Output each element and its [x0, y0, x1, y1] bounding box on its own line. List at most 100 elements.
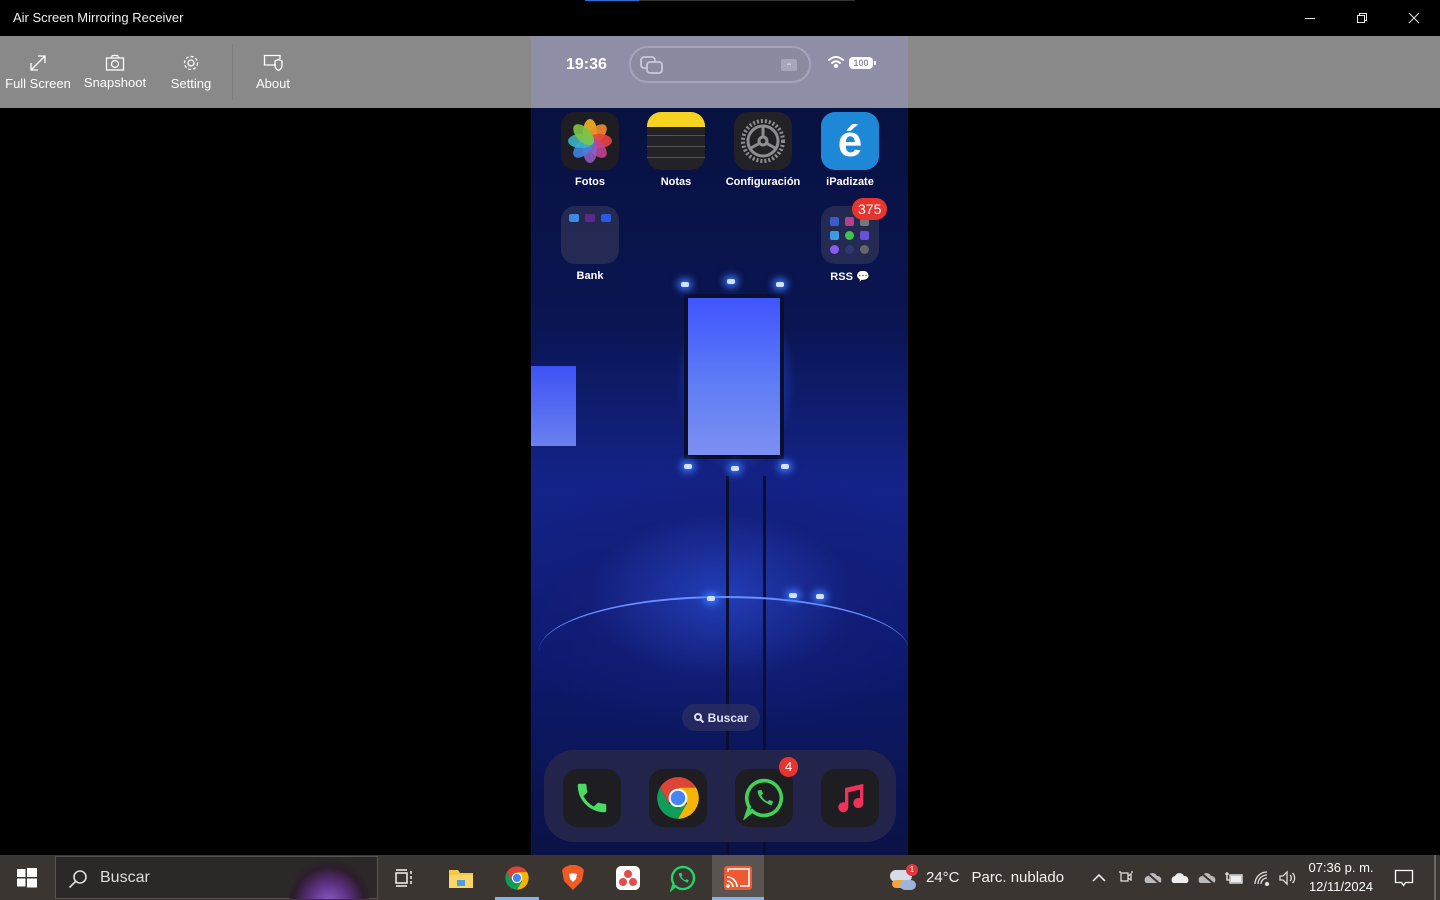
screen-mirroring-icon	[640, 56, 663, 74]
snapshoot-label: Snapshoot	[83, 75, 147, 90]
app-label: Notas	[660, 176, 692, 188]
mirrored-phone-screen[interactable]: 19:36 ▪▪ 100 Fotos Notas Configuración é…	[531, 36, 908, 855]
tray-network[interactable]	[1250, 855, 1274, 900]
taskbar-chrome[interactable]	[492, 855, 542, 900]
cast-icon	[724, 865, 752, 890]
whatsapp-icon	[669, 865, 696, 892]
tray-battery[interactable]	[1222, 855, 1246, 900]
search-highlight-image	[289, 859, 369, 899]
gear-icon	[183, 55, 199, 70]
action-center-button[interactable]	[1384, 855, 1424, 900]
notification-badge: 375	[852, 198, 888, 220]
taskbar-asana[interactable]	[603, 855, 653, 900]
expand-icon	[30, 54, 46, 71]
asana-icon	[616, 865, 640, 890]
dock-whatsapp[interactable]: 4	[735, 757, 799, 827]
task-view-icon	[395, 868, 412, 887]
meet-now-icon	[1119, 870, 1133, 885]
search-placeholder: Buscar	[100, 869, 150, 886]
folder-bank[interactable]: Bank	[550, 206, 630, 282]
connection-progress-bar	[585, 0, 855, 1]
title-bar: Air Screen Mirroring Receiver	[0, 0, 1440, 36]
notification-icon	[1394, 869, 1414, 887]
system-clock[interactable]: 07:36 p. m. 12/11/2024	[1302, 858, 1380, 896]
folder-rss[interactable]: RSS 💬 375	[810, 198, 890, 283]
tray-onedrive-paused-2[interactable]	[1195, 855, 1219, 900]
taskbar-task-view[interactable]	[380, 855, 430, 900]
tray-onedrive[interactable]	[1168, 855, 1192, 900]
setting-button[interactable]: Setting	[160, 36, 222, 108]
start-button[interactable]	[0, 855, 54, 900]
stage-light	[781, 464, 789, 469]
dock-music[interactable]	[821, 769, 879, 827]
full-screen-button[interactable]: Full Screen	[4, 36, 72, 108]
taskbar-brave[interactable]	[548, 855, 598, 900]
app-notas[interactable]: Notas	[636, 112, 716, 188]
app-label: Configuración	[725, 176, 801, 188]
search-icon	[693, 712, 704, 723]
snapshoot-button[interactable]: Snapshoot	[80, 36, 150, 108]
full-screen-label: Full Screen	[5, 75, 71, 91]
tray-meet-now[interactable]	[1116, 855, 1136, 900]
dynamic-island[interactable]: ▪▪	[629, 46, 811, 83]
windows-taskbar: Buscar 1 24°C Parc. nublado 07:36 p. m. …	[0, 855, 1440, 900]
app-label: RSS 💬	[810, 270, 890, 283]
weather-icon: 1	[888, 863, 918, 892]
battery-charging-icon	[1225, 871, 1243, 884]
setting-label: Setting	[170, 75, 212, 91]
monitor-shield-icon	[263, 54, 283, 71]
app-configuracion[interactable]: Configuración	[723, 112, 803, 188]
speech-bubble-icon: 💬	[855, 271, 870, 283]
brave-icon	[562, 864, 584, 890]
stage-light	[776, 282, 784, 287]
spotlight-search-button[interactable]: Buscar	[682, 704, 760, 731]
phone-icon	[577, 783, 607, 813]
camera-icon	[105, 54, 125, 71]
arena-light	[707, 596, 715, 601]
taskbar-whatsapp[interactable]	[658, 855, 708, 900]
close-button[interactable]	[1388, 0, 1440, 36]
dock-chrome[interactable]	[649, 769, 707, 827]
cloud-off-icon	[1144, 870, 1162, 885]
wallpaper-arena-ring	[539, 596, 908, 706]
weather-description: Parc. nublado	[971, 869, 1065, 886]
tray-volume[interactable]	[1276, 855, 1300, 900]
minimize-button[interactable]	[1284, 0, 1336, 36]
about-button[interactable]: About	[244, 36, 302, 108]
clock-time: 07:36 p. m.	[1308, 860, 1374, 875]
taskbar-file-explorer[interactable]	[436, 855, 486, 900]
weather-widget[interactable]: 1 24°C Parc. nublado	[888, 855, 1068, 900]
volume-icon	[1279, 869, 1296, 886]
stage-light	[731, 466, 739, 471]
dock: 4	[544, 750, 896, 842]
show-desktop-button[interactable]	[1434, 855, 1436, 900]
windows-logo-icon	[17, 867, 37, 887]
folder-icon	[449, 869, 473, 888]
dock-phone[interactable]	[563, 769, 621, 827]
show-hidden-icons-button[interactable]	[1088, 855, 1110, 900]
tray-onedrive-paused-1[interactable]	[1141, 855, 1165, 900]
chevron-up-icon	[1092, 873, 1106, 882]
restore-button[interactable]	[1336, 0, 1388, 36]
app-ipadizate[interactable]: é iPadizate	[810, 112, 890, 188]
arena-light	[789, 593, 797, 598]
stage-light	[681, 282, 689, 287]
battery-indicator: 100	[849, 57, 876, 69]
about-label: About	[256, 75, 290, 91]
search-icon	[68, 870, 87, 889]
app-label: Fotos	[575, 176, 605, 188]
whatsapp-icon	[743, 778, 784, 820]
clock-date: 12/11/2024	[1308, 879, 1374, 894]
airplay-receiver-icon: ▪▪	[781, 59, 797, 71]
cloud-off-icon	[1198, 870, 1216, 885]
taskbar-search-box[interactable]: Buscar	[55, 856, 378, 899]
settings-icon	[734, 112, 792, 170]
wifi-icon	[828, 56, 844, 68]
app-fotos[interactable]: Fotos	[550, 112, 630, 188]
toolbar-divider	[232, 44, 233, 100]
notes-icon	[647, 112, 705, 170]
app-label: Bank	[576, 270, 604, 282]
taskbar-air-screen[interactable]	[712, 855, 764, 900]
chrome-icon	[505, 865, 529, 890]
rss-label: RSS	[830, 271, 853, 283]
